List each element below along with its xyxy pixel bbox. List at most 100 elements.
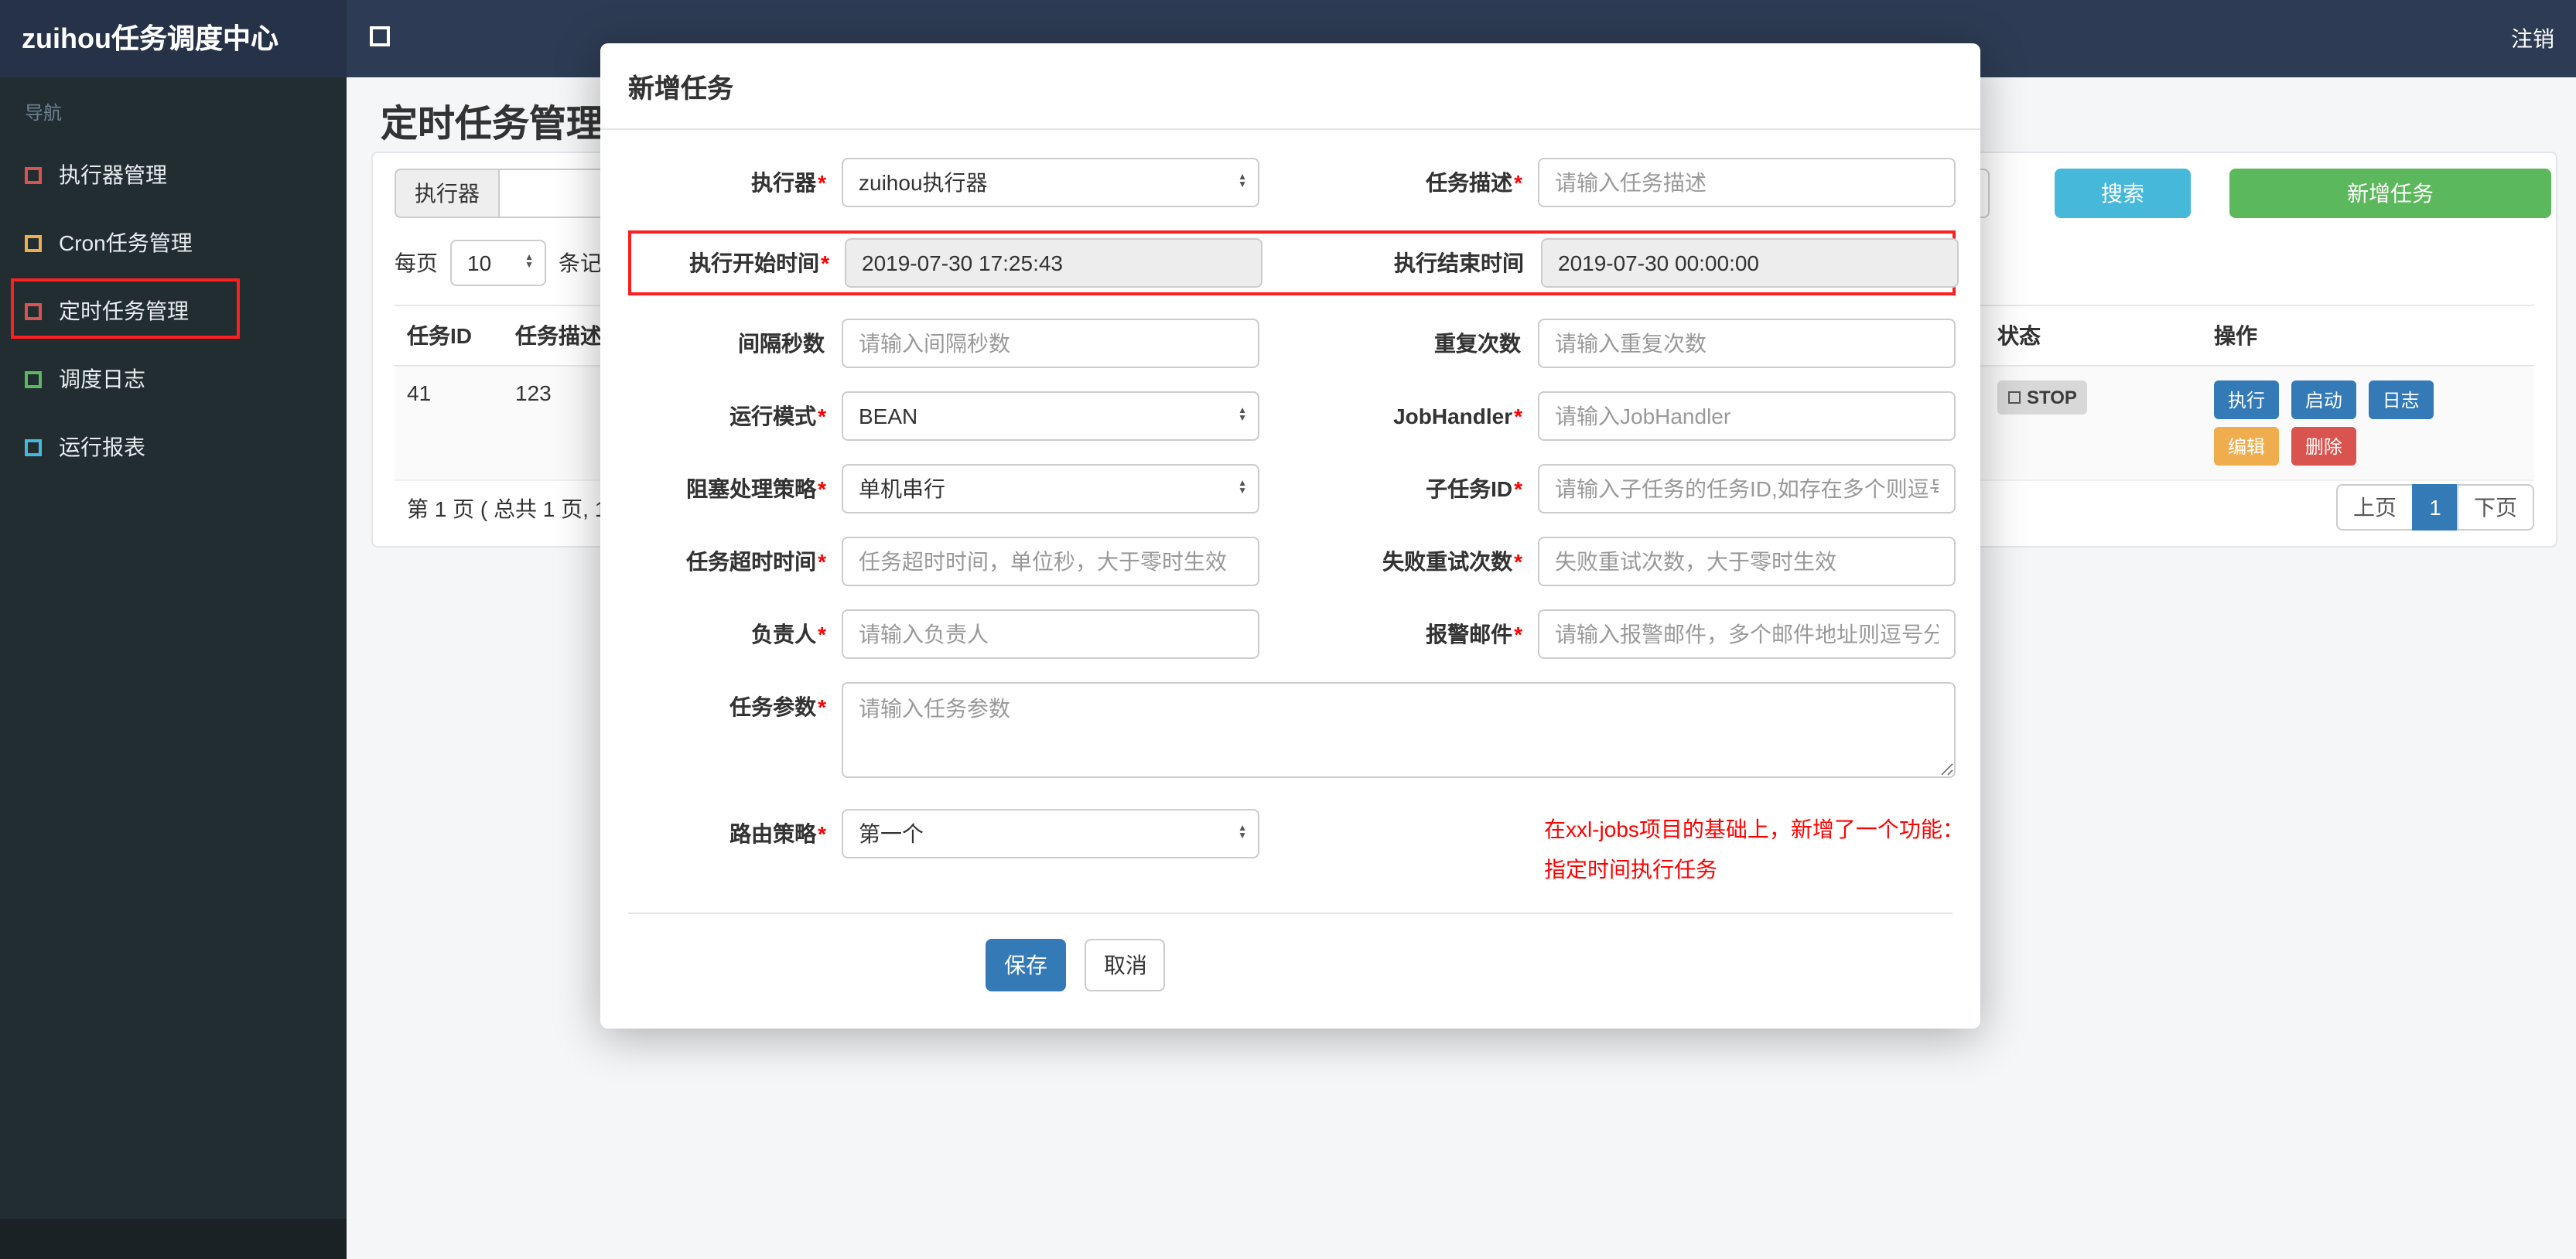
- child-job-label: 子任务ID *: [1426, 476, 1522, 501]
- save-button[interactable]: 保存: [986, 939, 1066, 991]
- sidebar-item-cron-task-manage[interactable]: Cron任务管理: [0, 209, 347, 277]
- actions-line-2: 编辑 删除: [2214, 427, 2522, 466]
- form-row: 负责人* 报警邮件*: [616, 609, 1965, 659]
- retry-input[interactable]: [1538, 537, 1956, 586]
- next-page-button[interactable]: 下页: [2457, 484, 2534, 531]
- block-strategy-select[interactable]: 单机串行 ▲ ▼: [842, 464, 1259, 513]
- add-task-button[interactable]: 新增任务: [2229, 169, 2551, 218]
- interval-label: 间隔秒数: [738, 331, 825, 356]
- route-strategy-label: 路由策略 *: [729, 821, 826, 846]
- brand-logo[interactable]: zuihou任务调度中心: [0, 0, 347, 77]
- square-icon: [25, 234, 42, 251]
- timeout-input[interactable]: [842, 537, 1259, 586]
- header-actions: 操作: [2214, 323, 2257, 348]
- modal-body: 执行器* zuihou执行器 ▲▼ 任务描述* 执行开始时间*: [600, 130, 1980, 1029]
- sidebar-item-timed-task-manage[interactable]: 定时任务管理: [0, 277, 347, 345]
- executor-label: 执行器 *: [751, 170, 826, 195]
- time-row-highlight-box: 执行开始时间* 执行结束时间: [628, 230, 1959, 295]
- end-time-input[interactable]: [1541, 238, 1959, 288]
- search-button[interactable]: 搜索: [2055, 169, 2191, 218]
- select-arrows-icon: ▲ ▼: [1238, 824, 1247, 841]
- sidebar-item-label: 运行报表: [59, 435, 145, 459]
- sidebar-section-label: 导航: [25, 102, 63, 124]
- glue-type-label: 运行模式 *: [729, 404, 826, 428]
- current-page-button[interactable]: 1: [2412, 484, 2458, 531]
- form-row: 任务参数 *: [616, 682, 1965, 786]
- pagination: 上页 1 下页: [2336, 484, 2534, 531]
- header-status: 状态: [1997, 323, 2041, 348]
- form-row: 间隔秒数 重复次数: [616, 319, 1965, 368]
- per-page-row: 每页 10 ▲ ▼ 条记录: [395, 240, 624, 286]
- status-text: STOP: [2027, 387, 2077, 408]
- logout-link[interactable]: 注销: [2511, 0, 2554, 77]
- alarm-email-label: 报警邮件 *: [1426, 622, 1522, 647]
- glue-type-select-value: BEAN: [859, 404, 918, 428]
- form-row: 任务超时时间* 失败重试次数*: [616, 537, 1965, 586]
- actions-line-1: 执行 启动 日志: [2214, 380, 2522, 419]
- per-page-prefix: 每页: [395, 251, 438, 275]
- sidebar-footer: [0, 1219, 347, 1259]
- header-job-id: 任务ID: [407, 323, 472, 348]
- route-strategy-select[interactable]: 第一个 ▲ ▼: [842, 809, 1259, 858]
- modal-footer: 保存 取消: [616, 914, 1965, 1029]
- per-page-select[interactable]: 10 ▲ ▼: [450, 240, 546, 286]
- form-row: 阻塞处理策略 * 单机串行 ▲ ▼ 子任务ID *: [616, 464, 1965, 513]
- square-icon: [25, 438, 42, 455]
- executor-select[interactable]: zuihou执行器 ▲ ▼: [842, 158, 1259, 207]
- feature-note-line-1: 在xxl-jobs项目的基础上，新增了一个功能：: [1544, 817, 1964, 841]
- job-desc-input[interactable]: [1538, 158, 1956, 207]
- alarm-email-input[interactable]: [1538, 609, 1956, 659]
- job-param-label: 任务参数 *: [729, 694, 826, 719]
- retry-label: 失败重试次数 *: [1382, 549, 1522, 574]
- square-icon: [25, 370, 42, 387]
- select-arrows-icon: ▲ ▼: [1238, 479, 1247, 496]
- prev-page-button[interactable]: 上页: [2336, 484, 2414, 531]
- repeat-count-input[interactable]: [1538, 319, 1956, 368]
- job-handler-label: JobHandler *: [1393, 404, 1522, 428]
- run-button[interactable]: 执行: [2214, 380, 2280, 419]
- job-param-textarea[interactable]: [842, 682, 1956, 778]
- sidebar-item-label: Cron任务管理: [59, 230, 193, 255]
- app-window: zuihou任务调度中心 注销 导航 执行器管理 Cron任务管理 定时任务管理…: [0, 0, 2576, 1259]
- cell-status: STOP: [1985, 367, 2202, 428]
- job-desc-label: 任务描述 *: [1426, 170, 1522, 195]
- start-time-input[interactable]: [845, 238, 1262, 288]
- block-strategy-select-value: 单机串行: [859, 476, 945, 501]
- select-arrows-icon: ▲ ▼: [524, 254, 534, 271]
- child-job-input[interactable]: [1538, 464, 1956, 513]
- timeout-label: 任务超时时间 *: [686, 549, 826, 574]
- cell-job-id: 41: [407, 380, 432, 405]
- sidebar-item-executor-manage[interactable]: 执行器管理: [0, 141, 347, 209]
- delete-button[interactable]: 删除: [2291, 427, 2356, 466]
- job-handler-input[interactable]: [1538, 391, 1956, 441]
- sidebar-item-label: 定时任务管理: [59, 299, 189, 323]
- feature-note-line-2: 指定时间执行任务: [1544, 857, 1717, 882]
- feature-note: 在xxl-jobs项目的基础上，新增了一个功能： 指定时间执行任务: [1544, 809, 1964, 889]
- modal-title: 新增任务: [628, 74, 733, 104]
- form-row: 执行器 * zuihou执行器 ▲ ▼ 任务描述 *: [616, 158, 1965, 207]
- sidebar-toggle-icon[interactable]: [370, 26, 390, 46]
- form-row: 运行模式 * BEAN ▲ ▼ JobHandler *: [616, 391, 1965, 441]
- sidebar-item-dispatch-log[interactable]: 调度日志: [0, 345, 347, 413]
- author-label: 负责人 *: [751, 622, 826, 647]
- cancel-button[interactable]: 取消: [1085, 939, 1166, 991]
- author-input[interactable]: [842, 609, 1259, 659]
- sidebar-item-label: 执行器管理: [59, 162, 167, 187]
- interval-input[interactable]: [842, 319, 1259, 368]
- log-button[interactable]: 日志: [2368, 380, 2434, 419]
- edit-button[interactable]: 编辑: [2214, 427, 2280, 466]
- square-icon: [25, 166, 42, 183]
- square-icon: [2008, 391, 2021, 404]
- glue-type-select[interactable]: BEAN ▲ ▼: [842, 391, 1259, 441]
- sidebar-item-run-report[interactable]: 运行报表: [0, 413, 347, 481]
- add-task-modal: 新增任务 执行器* zuihou执行器 ▲▼ 任务描述* 执行开始时间: [600, 43, 1980, 1029]
- executor-filter-label: 执行器: [395, 169, 498, 218]
- sidebar: 导航 执行器管理 Cron任务管理 定时任务管理 调度日志 运行报表: [0, 77, 347, 1259]
- end-time-label: 执行结束时间: [1394, 251, 1524, 275]
- per-page-value: 10: [467, 251, 492, 275]
- square-icon: [25, 302, 42, 319]
- start-button[interactable]: 启动: [2291, 380, 2356, 419]
- select-arrows-icon: ▲ ▼: [1238, 407, 1247, 424]
- sidebar-item-label: 调度日志: [59, 367, 145, 391]
- page-title: 定时任务管理: [381, 104, 603, 145]
